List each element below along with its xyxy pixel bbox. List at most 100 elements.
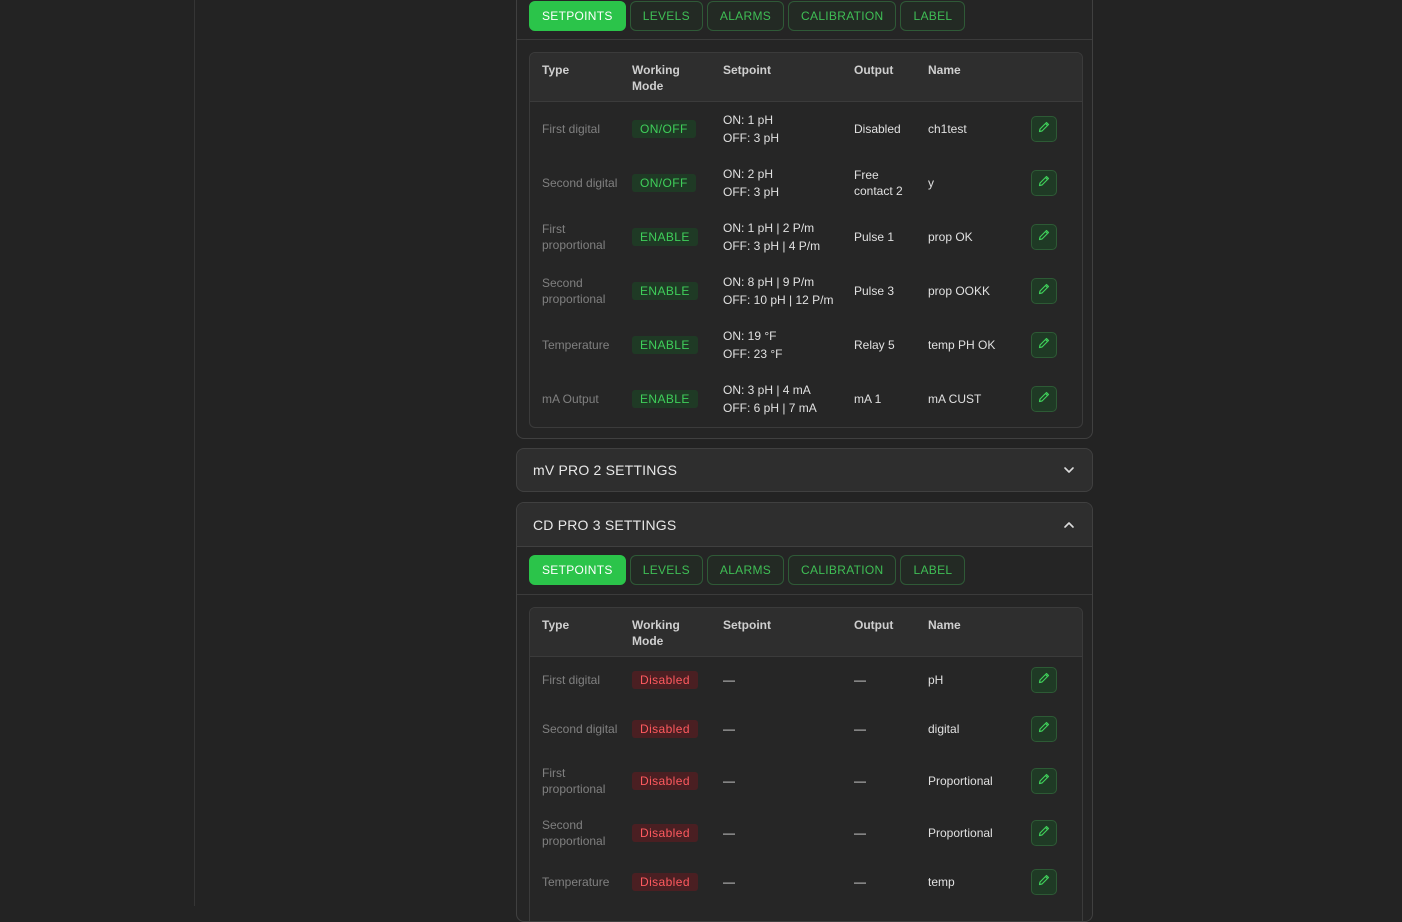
pencil-icon [1037, 720, 1051, 739]
tab-setpoints[interactable]: SETPOINTS [529, 555, 626, 585]
table-row: Second proportional Disabled — — Proportiona… [530, 807, 1082, 859]
pencil-icon [1037, 228, 1051, 247]
setpoint-on: ON: 3 pH | 4 mA [723, 383, 811, 397]
output-cell: Relay 5 [854, 338, 895, 352]
name-cell: prop OOKK [928, 284, 991, 298]
setpoint-cell: — [723, 826, 735, 840]
col-name: Name [928, 63, 961, 77]
edit-cell [1031, 170, 1057, 196]
setpoint-cell: ON: 3 pH | 4 mA OFF: 6 pH | 7 mA [723, 381, 817, 417]
edit-button[interactable] [1031, 768, 1057, 794]
type-cell: Second proportional [542, 276, 606, 306]
tab-calibration[interactable]: CALIBRATION [788, 1, 897, 31]
setpoint-off: OFF: 23 °F [723, 347, 783, 361]
chevron-down-icon [1062, 463, 1076, 477]
status-badge: ENABLE [632, 390, 698, 408]
name-cell: temp [928, 875, 955, 889]
table-row: First digital ON/OFF ON: 1 pH OFF: 3 pH Disa… [530, 102, 1082, 156]
tab-calibration[interactable]: CALIBRATION [788, 555, 897, 585]
tab-levels[interactable]: LEVELS [629, 1, 703, 31]
cd-pro-3-panel: CD PRO 3 SETTINGS SETPOINTS LEVELS ALARM… [516, 502, 1093, 922]
setpoints-table: Type Working Mode Setpoint Output Name F… [529, 52, 1083, 428]
tab-alarms[interactable]: ALARMS [706, 1, 785, 31]
tab-levels[interactable]: LEVELS [629, 555, 703, 585]
type-cell: First proportional [542, 766, 606, 796]
working-mode-cell: Disabled [632, 671, 698, 689]
pencil-icon [1037, 873, 1051, 892]
working-mode-cell: Disabled [632, 720, 698, 738]
table-row: Second digital ON/OFF ON: 2 pH OFF: 3 pH Fre… [530, 156, 1082, 210]
edit-button[interactable] [1031, 386, 1057, 412]
type-cell: First proportional [542, 222, 606, 252]
setpoint-off: OFF: 3 pH [723, 185, 780, 199]
type-cell: First digital [542, 122, 601, 136]
name-cell: Proportional [928, 774, 993, 788]
tab-label[interactable]: LABEL [900, 1, 966, 31]
edit-cell [1031, 332, 1057, 358]
type-cell: Second proportional [542, 818, 606, 848]
setpoint-cell: — [723, 722, 735, 736]
status-badge: ON/OFF [632, 174, 696, 192]
settings-tabs: SETPOINTS LEVELS ALARMS CALIBRATION LABE… [529, 555, 966, 585]
divider [517, 39, 1092, 40]
setpoint-cell: — [723, 673, 735, 687]
status-badge: ENABLE [632, 336, 698, 354]
working-mode-cell: ENABLE [632, 228, 698, 246]
col-setpoint: Setpoint [723, 63, 771, 77]
working-mode-cell: Disabled [632, 824, 698, 842]
name-cell: y [928, 176, 934, 190]
edit-button[interactable] [1031, 667, 1057, 693]
sidebar [0, 0, 195, 906]
name-cell: mA CUST [928, 392, 982, 406]
col-name: Name [928, 618, 961, 632]
working-mode-cell: ON/OFF [632, 120, 696, 138]
setpoint-cell: ON: 1 pH | 2 P/m OFF: 3 pH | 4 P/m [723, 219, 820, 255]
mv-pro-2-accordion[interactable]: mV PRO 2 SETTINGS [516, 448, 1093, 492]
setpoint-on: ON: 1 pH | 2 P/m [723, 221, 815, 235]
edit-button[interactable] [1031, 278, 1057, 304]
edit-cell [1031, 820, 1057, 846]
setpoint-on: ON: 8 pH | 9 P/m [723, 275, 815, 289]
name-cell: ch1test [928, 122, 967, 136]
output-cell: — [854, 774, 866, 788]
status-badge: ENABLE [632, 282, 698, 300]
cd-pro-3-accordion[interactable]: CD PRO 3 SETTINGS [517, 503, 1092, 547]
col-output: Output [854, 63, 894, 77]
status-badge: Disabled [632, 873, 698, 891]
edit-button[interactable] [1031, 869, 1057, 895]
tab-setpoints[interactable]: SETPOINTS [529, 1, 626, 31]
table-row: First proportional Disabled — — Proportional [530, 755, 1082, 807]
divider [517, 594, 1092, 595]
table-row: Second digital Disabled — — digital [530, 703, 1082, 755]
setpoint-cell: ON: 8 pH | 9 P/m OFF: 10 pH | 12 P/m [723, 273, 833, 309]
edit-button[interactable] [1031, 332, 1057, 358]
edit-cell [1031, 224, 1057, 250]
status-badge: Disabled [632, 772, 698, 790]
pencil-icon [1037, 671, 1051, 690]
type-cell: Second digital [542, 176, 618, 190]
tab-label[interactable]: LABEL [900, 555, 966, 585]
type-cell: mA Output [542, 392, 599, 406]
table-row: Temperature ENABLE ON: 19 °F OFF: 23 °F Rela… [530, 318, 1082, 372]
edit-button[interactable] [1031, 170, 1057, 196]
working-mode-cell: Disabled [632, 772, 698, 790]
edit-button[interactable] [1031, 820, 1057, 846]
col-type: Type [542, 63, 570, 77]
pencil-icon [1037, 390, 1051, 409]
edit-button[interactable] [1031, 716, 1057, 742]
table-row: First digital Disabled — — pH [530, 657, 1082, 703]
chevron-up-icon [1062, 518, 1076, 532]
setpoint-on: ON: 1 pH [723, 113, 774, 127]
setpoints-table: Type Working Mode Setpoint Output Name F… [529, 607, 1083, 921]
setpoint-off: OFF: 3 pH | 4 P/m [723, 239, 821, 253]
edit-button[interactable] [1031, 224, 1057, 250]
section-title: mV PRO 2 SETTINGS [533, 462, 678, 478]
output-cell: Disabled [854, 122, 901, 136]
edit-button[interactable] [1031, 116, 1057, 142]
status-badge: Disabled [632, 824, 698, 842]
name-cell: pH [928, 673, 944, 687]
tab-alarms[interactable]: ALARMS [706, 555, 785, 585]
setpoint-off: OFF: 10 pH | 12 P/m [723, 293, 834, 307]
status-badge: Disabled [632, 720, 698, 738]
settings-tabs: SETPOINTS LEVELS ALARMS CALIBRATION LABE… [529, 1, 966, 31]
